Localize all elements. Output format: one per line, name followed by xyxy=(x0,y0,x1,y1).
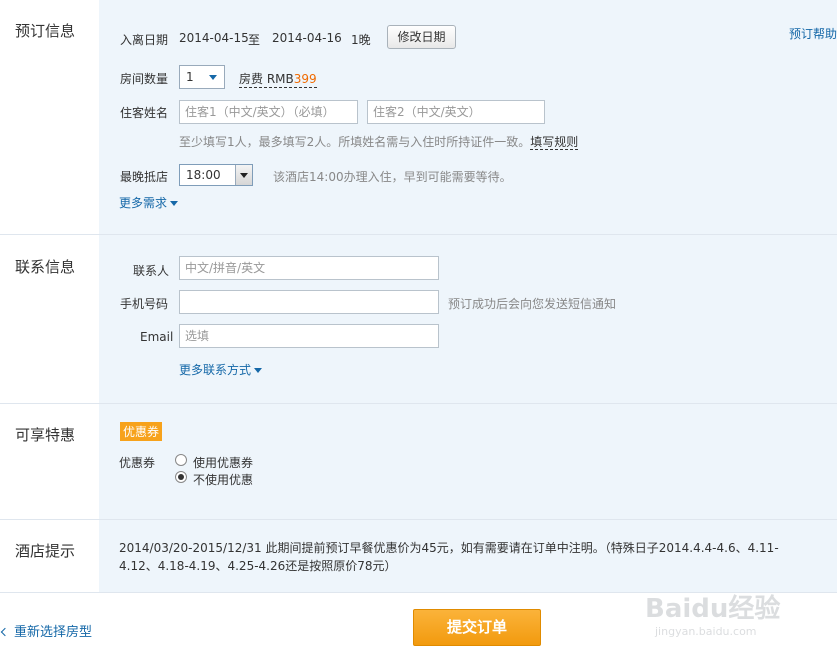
contact-name-input[interactable]: 中文/拼音/英文 xyxy=(179,256,439,280)
notice-line-2: 4.12、4.18-4.19、4.25-4.26还是按照原价78元） xyxy=(119,559,397,573)
change-date-button[interactable]: 修改日期 xyxy=(387,25,456,49)
phone-input[interactable] xyxy=(179,290,439,314)
contact-section: 联系信息 联系人 中文/拼音/英文 手机号码 预订成功后会向您发送短信通知 Em… xyxy=(0,235,837,404)
notice-line-1: 2014/03/20-2015/12/31 此期间提前预订早餐优惠价为45元，如… xyxy=(119,541,779,555)
submit-order-button[interactable]: 提交订单 xyxy=(413,609,541,646)
date-separator: 至 xyxy=(248,33,261,47)
arrival-hint: 该酒店14:00办理入住，早到可能需要等待。 xyxy=(273,170,512,184)
no-coupon-label[interactable]: 不使用优惠 xyxy=(193,471,253,488)
room-price-label: 房费 RMB xyxy=(239,72,294,86)
back-to-room-link[interactable]: 重新选择房型 xyxy=(0,621,92,640)
baidu-watermark: Baidu经验 jingyan.baidu.com xyxy=(645,588,780,638)
chevron-down-icon xyxy=(209,75,218,80)
use-coupon-radio[interactable] xyxy=(175,454,187,466)
booking-help-link[interactable]: 预订帮助 xyxy=(789,25,837,42)
offers-section-title: 可享特惠 xyxy=(15,426,76,444)
guest2-input[interactable]: 住客2（中文/英文） xyxy=(367,100,545,124)
arrival-time-select[interactable]: 18:00 xyxy=(179,164,253,186)
guests-hint-text: 至少填写1人，最多填写2人。所填姓名需与入住时所持证件一致。 xyxy=(179,135,531,149)
arrival-label: 最晚抵店 xyxy=(120,170,169,184)
chevron-down-icon xyxy=(254,368,263,373)
rooms-select[interactable]: 1 xyxy=(179,65,225,89)
rooms-label: 房间数量 xyxy=(120,72,169,86)
phone-hint: 预订成功后会向您发送短信通知 xyxy=(448,297,617,311)
guest1-input[interactable]: 住客1（中文/英文）（必填） xyxy=(179,100,358,124)
booking-section: 预订信息 预订帮助 入离日期 2014-04-15 至 2014-04-16 1… xyxy=(0,0,837,235)
use-coupon-label[interactable]: 使用优惠券 xyxy=(193,454,253,471)
guests-label: 住客姓名 xyxy=(120,106,169,120)
back-to-room-label: 重新选择房型 xyxy=(14,625,93,640)
offers-section: 可享特惠 优惠券 优惠券 使用优惠券 不使用优惠 xyxy=(0,404,837,520)
more-contact-link[interactable]: 更多联系方式 xyxy=(179,361,263,378)
coupon-label: 优惠券 xyxy=(119,456,156,470)
booking-section-title: 预订信息 xyxy=(15,22,76,40)
dropdown-arrow-icon[interactable] xyxy=(235,165,252,185)
checkin-date: 2014-04-15 xyxy=(179,31,249,45)
fill-rules-link[interactable]: 填写规则 xyxy=(530,135,579,150)
watermark-url: jingyan.baidu.com xyxy=(655,625,757,638)
watermark-logo-text: Baidu经验 xyxy=(645,594,781,624)
chevron-left-icon xyxy=(0,627,10,637)
guests-hint: 至少填写1人，最多填写2人。所填姓名需与入住时所持证件一致。填写规则 xyxy=(179,133,579,150)
contact-section-title: 联系信息 xyxy=(15,258,76,276)
room-price-amount: 399 xyxy=(293,72,317,86)
checkout-date: 2014-04-16 xyxy=(272,31,342,45)
more-needs-link[interactable]: 更多需求 xyxy=(119,194,179,211)
chevron-down-icon xyxy=(170,201,179,206)
notice-section-title: 酒店提示 xyxy=(15,542,76,560)
more-needs-label: 更多需求 xyxy=(119,196,168,210)
notice-section: 酒店提示 2014/03/20-2015/12/31 此期间提前预订早餐优惠价为… xyxy=(0,520,837,593)
email-input[interactable]: 选填 xyxy=(179,324,439,348)
phone-label: 手机号码 xyxy=(120,297,169,311)
arrival-time-value: 18:00 xyxy=(186,168,221,182)
dates-label: 入离日期 xyxy=(120,33,169,47)
contact-name-label: 联系人 xyxy=(133,264,170,278)
coupon-badge: 优惠券 xyxy=(120,422,163,441)
room-price[interactable]: 房费 RMB399 xyxy=(239,70,317,88)
email-label: Email xyxy=(140,330,174,344)
nights-count: 1晚 xyxy=(351,33,371,47)
rooms-select-value: 1 xyxy=(186,70,194,84)
more-contact-label: 更多联系方式 xyxy=(179,363,252,377)
no-coupon-radio[interactable] xyxy=(175,471,187,483)
